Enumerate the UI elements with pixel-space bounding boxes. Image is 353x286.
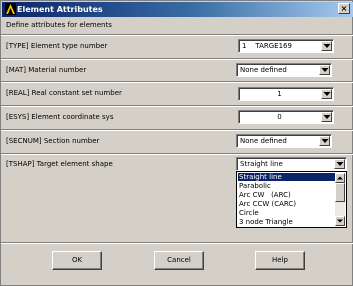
coordinate-sys-select[interactable]: 0 (238, 110, 334, 124)
real-constant-label: [REAL] Real constant set number (6, 89, 122, 97)
vertical-scrollbar[interactable] (335, 173, 345, 226)
divider (1, 58, 353, 60)
coordinate-sys-value: 0 (277, 113, 282, 121)
list-item[interactable]: Circle (238, 209, 335, 217)
scroll-up-icon[interactable] (335, 173, 345, 183)
target-shape-dropdown-list[interactable]: Straight line Parabolic Arc CW (ARC) Arc… (236, 171, 347, 228)
divider (1, 34, 353, 36)
cancel-button[interactable]: Cancel (154, 251, 204, 270)
dialog-instruction: Define attributes for elements (6, 21, 112, 29)
real-constant-value: 1 (277, 90, 282, 98)
material-label: [MAT] Material number (6, 66, 87, 74)
scroll-thumb[interactable] (335, 183, 345, 202)
section-number-select[interactable]: None defined (236, 134, 332, 148)
list-item[interactable]: Arc CCW (CARC) (238, 200, 335, 208)
section-number-value: None defined (240, 137, 287, 145)
target-shape-label: [TSHAP] Target element shape (6, 160, 113, 168)
divider (1, 81, 353, 83)
divider (1, 129, 353, 131)
type-label: [TYPE] Element type number (6, 42, 108, 50)
scroll-down-icon[interactable] (335, 216, 345, 226)
list-item[interactable]: Straight line (238, 173, 335, 181)
window-title: Element Attributes (17, 5, 103, 14)
chevron-down-icon[interactable] (319, 136, 330, 146)
title-bar[interactable]: Element Attributes × (2, 2, 353, 17)
element-attributes-dialog: Element Attributes × Define attributes f… (0, 0, 353, 286)
target-shape-value: Straight line (240, 160, 283, 168)
list-item[interactable]: 3 node Triangle (238, 218, 335, 226)
target-shape-select[interactable]: Straight line (236, 157, 347, 171)
element-type-select[interactable]: 1 TARGE169 (238, 39, 334, 53)
ansys-logo-icon (5, 3, 16, 15)
chevron-down-icon[interactable] (321, 89, 332, 99)
coordinate-sys-label: [ESYS] Element coordinate sys (6, 113, 114, 121)
chevron-down-icon[interactable] (319, 65, 330, 75)
section-number-label: [SECNUM] Section number (6, 137, 100, 145)
chevron-down-icon[interactable] (334, 159, 345, 169)
ok-button[interactable]: OK (52, 251, 102, 270)
element-type-value: 1 TARGE169 (242, 42, 292, 50)
list-item[interactable]: Parabolic (238, 182, 335, 190)
help-button[interactable]: Help (255, 251, 305, 270)
list-item[interactable]: Arc CW (ARC) (238, 191, 335, 199)
material-value: None defined (240, 66, 287, 74)
divider (1, 105, 353, 107)
close-icon[interactable]: × (338, 3, 350, 14)
chevron-down-icon[interactable] (321, 112, 332, 122)
material-select[interactable]: None defined (236, 63, 332, 77)
real-constant-select[interactable]: 1 (238, 87, 334, 101)
chevron-down-icon[interactable] (321, 41, 332, 51)
divider (1, 242, 353, 244)
divider (1, 153, 353, 155)
